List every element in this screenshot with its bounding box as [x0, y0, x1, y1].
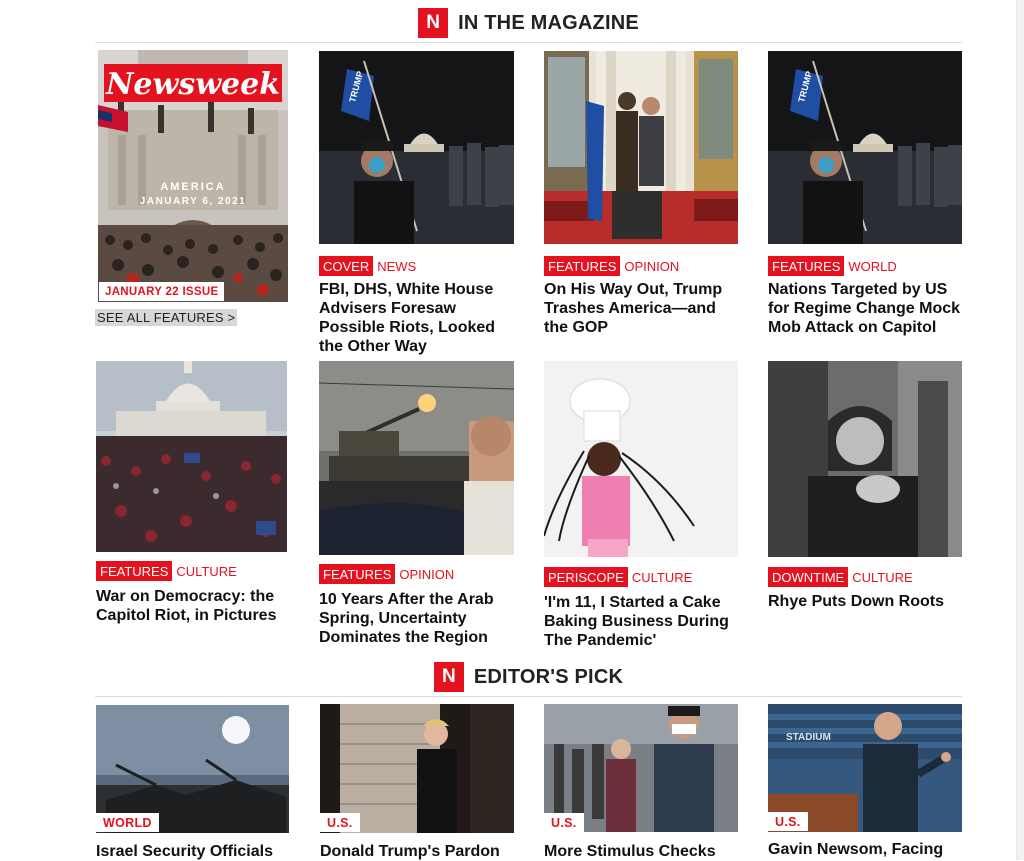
subcategory-tag[interactable]: WORLD — [848, 259, 896, 274]
cover-overlay-line1: AMERICA — [160, 181, 225, 193]
category-tag[interactable]: U.S. — [768, 812, 808, 831]
category-tag[interactable]: FEATURES — [544, 256, 621, 276]
category-tag[interactable]: U.S. — [320, 813, 360, 832]
article-headline[interactable]: Nations Targeted by US for Regime Change… — [768, 280, 966, 337]
article-image[interactable] — [544, 361, 738, 557]
category-tag[interactable]: PERISCOPE — [544, 567, 628, 587]
subcategory-tag[interactable]: CULTURE — [632, 570, 692, 585]
subcategory-tag[interactable]: NEWS — [377, 259, 416, 274]
cover-masthead: Newsweek — [105, 67, 280, 102]
newsweek-n-logo: N — [418, 8, 449, 38]
cover-image[interactable]: Newsweek AMERICA JANUARY 6, 2021 — [98, 50, 288, 302]
category-tag[interactable]: FEATURES — [768, 256, 845, 276]
subcategory-tag[interactable]: OPINION — [399, 567, 454, 582]
article-image[interactable] — [96, 361, 287, 552]
article-image[interactable] — [319, 361, 514, 555]
category-tag[interactable]: DOWNTIME — [768, 567, 849, 587]
category-tag[interactable]: FEATURES — [319, 564, 396, 584]
article-headline[interactable]: Israel Security Officials — [96, 842, 294, 861]
cover-overlay-line2: JANUARY 6, 2021 — [140, 196, 246, 207]
section-title-magazine: IN THE MAGAZINE — [458, 11, 639, 34]
article-image[interactable]: TRUMP — [319, 51, 514, 244]
category-tag[interactable]: U.S. — [544, 813, 584, 832]
article-headline[interactable]: More Stimulus Checks — [544, 842, 742, 861]
page-scrollbar[interactable] — [1016, 0, 1024, 860]
article-headline[interactable]: Rhye Puts Down Roots — [768, 592, 966, 611]
cover-issue-label: JANUARY 22 ISSUE — [99, 282, 225, 301]
article-headline[interactable]: Donald Trump's Pardon — [320, 842, 518, 861]
article-headline[interactable]: 'I'm 11, I Started a Cake Baking Busines… — [544, 593, 742, 650]
section-title-editors-pick: EDITOR'S PICK — [473, 665, 624, 688]
see-all-features-link[interactable]: SEE ALL FEATURES > — [95, 309, 238, 326]
article-image[interactable]: TRUMP — [768, 51, 962, 244]
subcategory-tag[interactable]: CULTURE — [852, 570, 912, 585]
section-header-editors-pick: N EDITOR'S PICK — [95, 656, 962, 697]
article-headline[interactable]: War on Democracy: the Capitol Riot, in P… — [96, 587, 294, 625]
article-headline[interactable]: Gavin Newsom, Facing — [768, 840, 966, 859]
article-headline[interactable]: FBI, DHS, White House Advisers Foresaw P… — [319, 280, 517, 356]
article-headline[interactable]: 10 Years After the Arab Spring, Uncertai… — [319, 590, 517, 647]
section-header-magazine: N IN THE MAGAZINE — [95, 2, 962, 43]
category-tag[interactable]: COVER — [319, 256, 374, 276]
subcategory-tag[interactable]: OPINION — [624, 259, 679, 274]
category-tag[interactable]: WORLD — [96, 813, 159, 832]
category-tag[interactable]: FEATURES — [96, 561, 173, 581]
article-headline[interactable]: On His Way Out, Trump Trashes America—an… — [544, 280, 742, 337]
article-image[interactable] — [544, 51, 738, 244]
subcategory-tag[interactable]: CULTURE — [176, 564, 236, 579]
article-image[interactable] — [768, 361, 962, 557]
newsweek-n-logo: N — [433, 662, 464, 692]
svg-text:STADIUM: STADIUM — [786, 732, 831, 743]
